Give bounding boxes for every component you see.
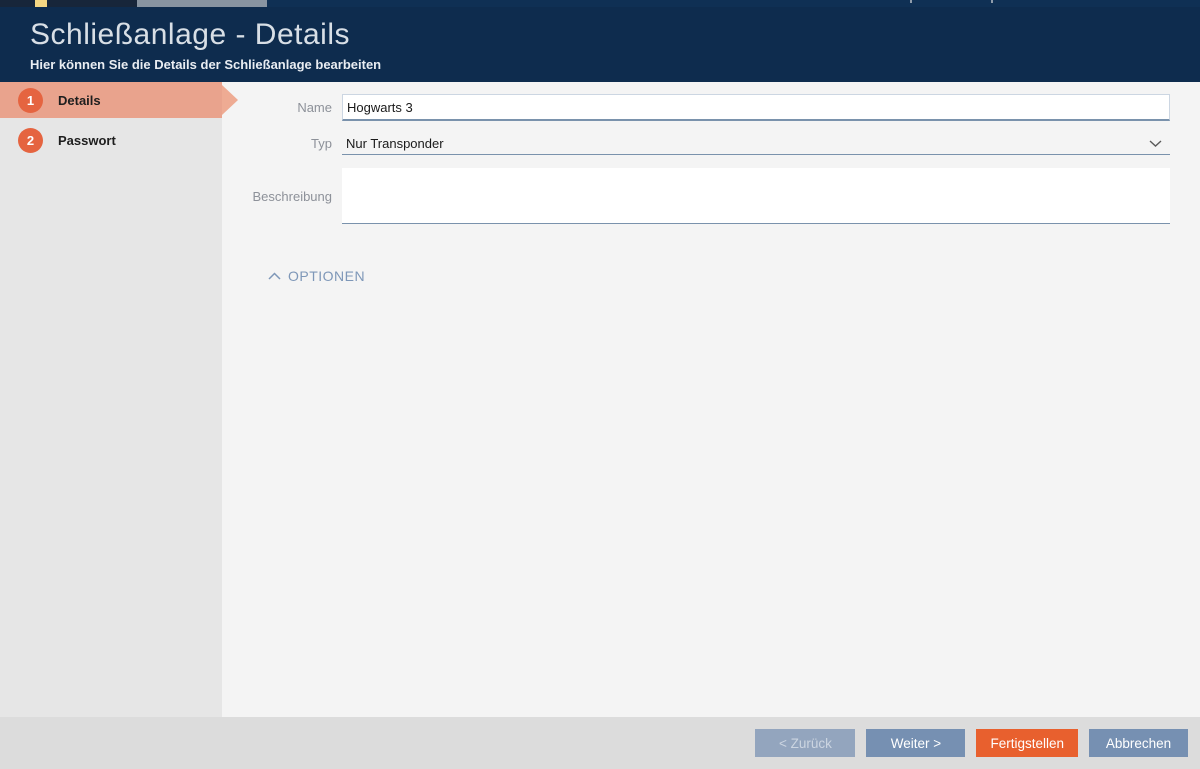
wizard-window: Schließanlage - Details Hier können Sie …: [0, 0, 1200, 769]
name-input[interactable]: [342, 94, 1170, 121]
chevron-down-icon: [1149, 140, 1162, 148]
next-button[interactable]: Weiter >: [866, 729, 965, 757]
sidebar-step-passwort[interactable]: 2 Passwort: [0, 122, 222, 158]
chevron-up-icon: [268, 272, 281, 280]
step-label: Passwort: [58, 133, 116, 148]
options-section-toggle[interactable]: OPTIONEN: [268, 268, 1200, 284]
wizard-footer: < Zurück Weiter > Fertigstellen Abbreche…: [0, 717, 1200, 769]
active-step-arrow: [222, 85, 238, 115]
beschreibung-textarea[interactable]: [342, 168, 1170, 224]
back-button[interactable]: < Zurück: [755, 729, 855, 757]
name-label: Name: [222, 100, 342, 115]
step-number-badge: 2: [18, 128, 43, 153]
page-title: Schließanlage - Details: [30, 17, 1200, 53]
page-subtitle: Hier können Sie die Details der Schließa…: [30, 57, 1200, 72]
strip-segment-yellow: [35, 0, 47, 7]
strip-segment-gray: [137, 0, 267, 7]
typ-selected-value: Nur Transponder: [346, 136, 444, 151]
details-form: Name Typ Nur Transponder Beschreibung: [222, 82, 1200, 717]
beschreibung-label: Beschreibung: [222, 189, 342, 204]
strip-tick: [910, 0, 912, 3]
cancel-button[interactable]: Abbrechen: [1089, 729, 1188, 757]
step-label: Details: [58, 93, 101, 108]
background-window-strip: [0, 0, 1200, 7]
wizard-header: Schließanlage - Details Hier können Sie …: [0, 7, 1200, 82]
strip-tick: [991, 0, 993, 3]
strip-segment-dark: [0, 0, 137, 7]
options-label: OPTIONEN: [288, 268, 365, 284]
finish-button[interactable]: Fertigstellen: [976, 729, 1078, 757]
steps-sidebar: 1 Details 2 Passwort: [0, 82, 222, 717]
typ-label: Typ: [222, 136, 342, 151]
typ-dropdown[interactable]: Nur Transponder: [342, 132, 1170, 155]
step-number-badge: 1: [18, 88, 43, 113]
sidebar-step-details[interactable]: 1 Details: [0, 82, 222, 118]
